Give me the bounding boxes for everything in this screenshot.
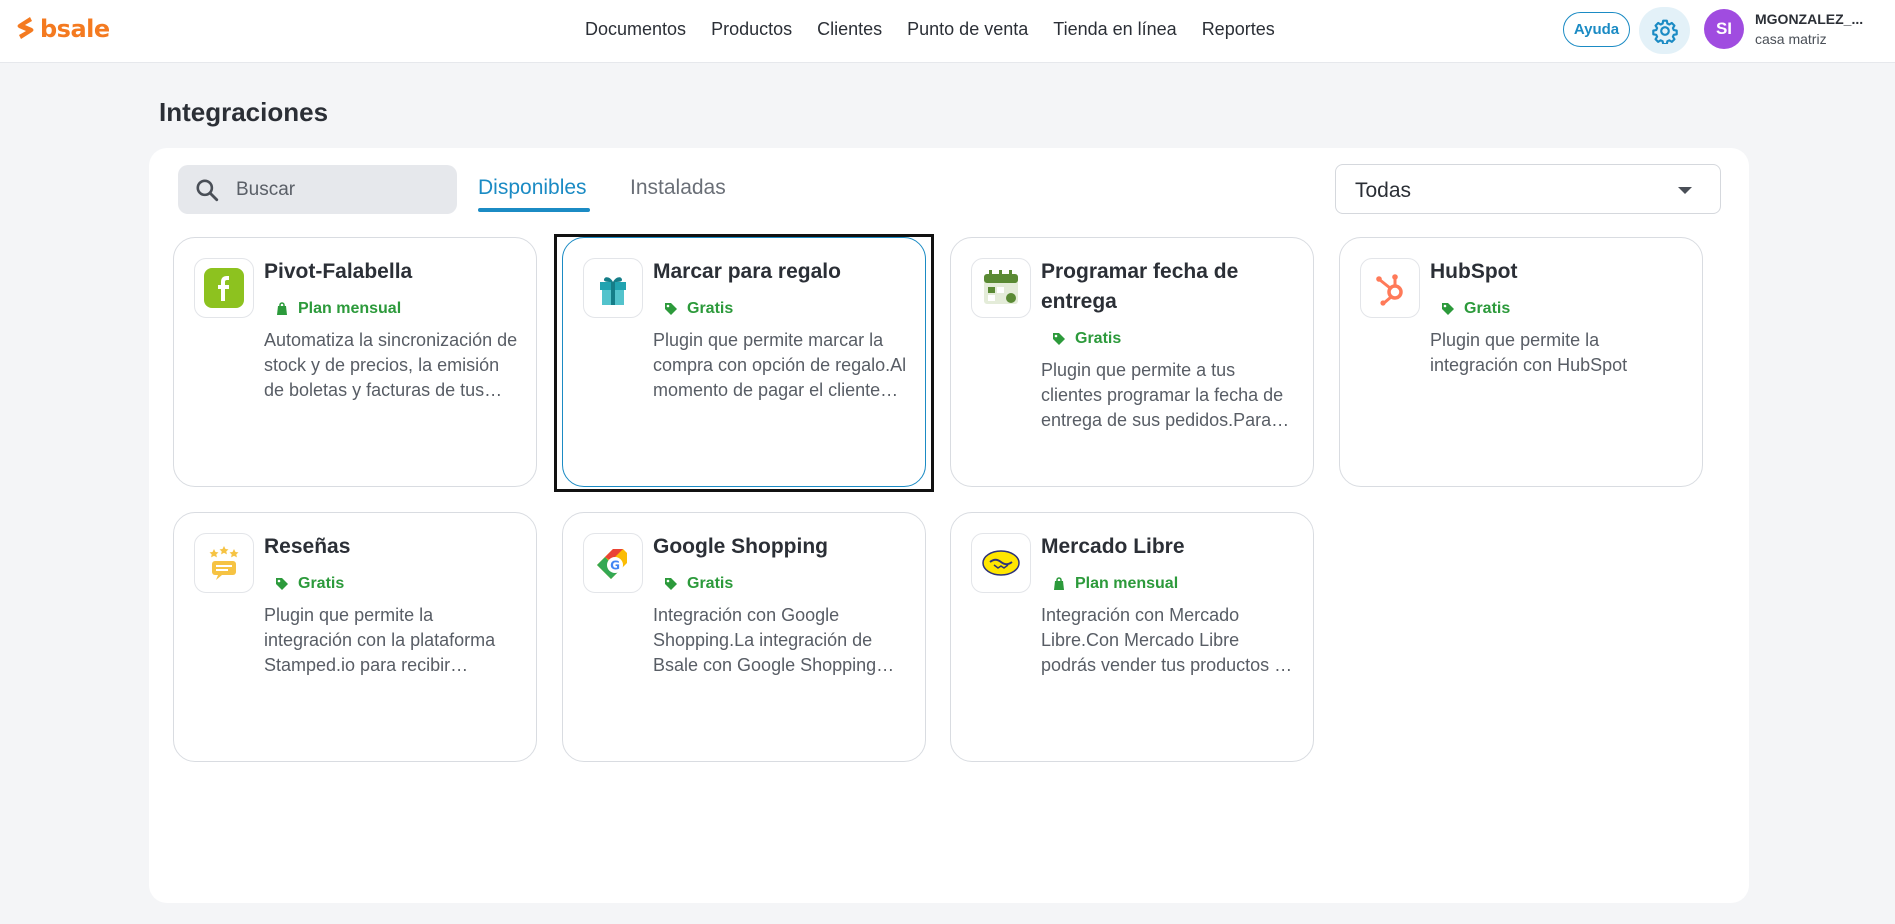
card-price: Gratis xyxy=(1440,300,1510,318)
card-price: Plan mensual xyxy=(274,300,401,318)
user-branch: casa matriz xyxy=(1755,31,1827,47)
bag-icon xyxy=(277,302,287,315)
integration-card-google-shopping[interactable]: G Google Shopping Gratis Integración con… xyxy=(562,512,926,762)
avatar[interactable]: SI xyxy=(1704,9,1744,49)
top-bar: bsale Documentos Productos Clientes Punt… xyxy=(0,0,1895,63)
mercadolibre-logo-icon xyxy=(971,533,1031,593)
nav-item-tienda-en-linea[interactable]: Tienda en línea xyxy=(1053,19,1176,40)
card-title: Marcar para regalo xyxy=(653,260,841,283)
bsale-logo[interactable]: bsale xyxy=(14,14,110,44)
help-button[interactable]: Ayuda xyxy=(1563,12,1630,47)
card-description: Plugin que permite la integración con la… xyxy=(264,605,496,675)
card-price-label: Gratis xyxy=(298,575,345,592)
main-nav: Documentos Productos Clientes Punto de v… xyxy=(585,0,1300,58)
card-price: Gratis xyxy=(274,575,344,593)
user-name[interactable]: MGONZALEZ_... xyxy=(1755,11,1863,27)
tab-disponibles[interactable]: Disponibles xyxy=(478,176,587,200)
google-shopping-logo-icon: G xyxy=(583,533,643,593)
nav-item-punto-de-venta[interactable]: Punto de venta xyxy=(907,19,1028,40)
card-price: Gratis xyxy=(1051,330,1121,348)
nav-item-clientes[interactable]: Clientes xyxy=(817,19,882,40)
search-icon xyxy=(196,179,219,202)
card-price: Gratis xyxy=(663,300,733,318)
integration-card-mercado-libre[interactable]: Mercado Libre Plan mensual Integración c… xyxy=(950,512,1314,762)
category-filter-value: Todas xyxy=(1355,179,1412,202)
integration-card-pivot-falabella[interactable]: Pivot-Falabella Plan mensual Automatiza … xyxy=(173,237,537,487)
tag-icon xyxy=(665,578,677,590)
tag-icon xyxy=(276,578,288,590)
card-price: Plan mensual xyxy=(1051,575,1178,593)
card-price-label: Plan mensual xyxy=(298,300,402,317)
card-price-label: Gratis xyxy=(687,575,734,592)
hubspot-logo-icon xyxy=(1360,258,1420,318)
tab-active-indicator xyxy=(478,208,590,212)
card-title: Programar fecha de entrega xyxy=(1041,260,1239,313)
calendar-logo-icon xyxy=(971,258,1031,318)
falabella-logo-icon xyxy=(194,258,254,318)
card-description: Plugin que permite marcar la compra con … xyxy=(653,330,907,400)
card-description: Plugin que permite la integración con Hu… xyxy=(1430,330,1628,375)
category-filter-select[interactable]: Todas xyxy=(1335,164,1721,214)
tag-icon xyxy=(1442,303,1454,315)
card-price-label: Gratis xyxy=(1075,330,1122,347)
svg-text:G: G xyxy=(610,559,620,573)
card-title: Google Shopping xyxy=(653,535,828,558)
integration-card-programar-fecha-entrega[interactable]: Programar fecha de entrega Gratis Plugin… xyxy=(950,237,1314,487)
brand-name: bsale xyxy=(40,15,110,43)
integration-card-resenas[interactable]: Reseñas Gratis Plugin que permite la int… xyxy=(173,512,537,762)
card-description: Integración con Mercado Libre.Con Mercad… xyxy=(1041,605,1295,675)
search-input[interactable] xyxy=(236,165,446,214)
integration-card-marcar-para-regalo[interactable]: Marcar para regalo Gratis Plugin que per… xyxy=(562,237,926,487)
gift-logo-icon xyxy=(583,258,643,318)
tab-instaladas[interactable]: Instaladas xyxy=(630,176,726,200)
nav-item-reportes[interactable]: Reportes xyxy=(1202,19,1275,40)
bag-icon xyxy=(1054,577,1064,590)
card-price-label: Plan mensual xyxy=(1075,575,1179,592)
page-title: Integraciones xyxy=(159,97,329,127)
card-price-label: Gratis xyxy=(687,300,734,317)
nav-item-documentos[interactable]: Documentos xyxy=(585,19,686,40)
search-box[interactable] xyxy=(178,165,457,214)
card-title: Mercado Libre xyxy=(1041,535,1185,558)
tag-icon xyxy=(1053,333,1065,345)
card-title: Reseñas xyxy=(264,535,351,558)
card-description: Integración con Google Shopping.La integ… xyxy=(653,605,877,675)
tag-icon xyxy=(665,303,677,315)
card-price-label: Gratis xyxy=(1464,300,1511,317)
card-title: Pivot-Falabella xyxy=(264,260,413,283)
caret-down-icon xyxy=(1678,187,1692,194)
nav-item-productos[interactable]: Productos xyxy=(711,19,792,40)
settings-button[interactable] xyxy=(1639,7,1690,54)
card-price: Gratis xyxy=(663,575,733,593)
gear-icon xyxy=(1651,19,1678,44)
reviews-logo-icon xyxy=(194,533,254,593)
card-title: HubSpot xyxy=(1430,260,1518,283)
card-description: Automatiza la sincronización de stock y … xyxy=(264,330,518,400)
card-description: Plugin que permite a tus clientes progra… xyxy=(1041,360,1284,430)
integration-card-hubspot[interactable]: HubSpot Gratis Plugin que permite la int… xyxy=(1339,237,1703,487)
bsale-logo-icon xyxy=(17,17,34,39)
